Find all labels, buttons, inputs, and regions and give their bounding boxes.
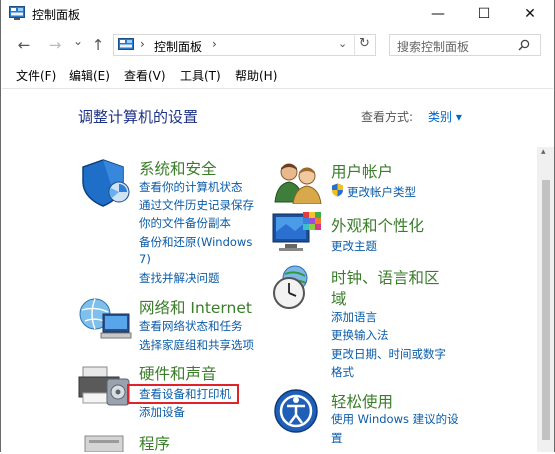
- link-homegroup-sharing[interactable]: 选择家庭组和共享选项: [139, 337, 254, 353]
- menu-help[interactable]: 帮助(H): [235, 67, 277, 84]
- maximize-button[interactable]: ☐: [461, 0, 507, 28]
- link-network-status[interactable]: 查看网络状态和任务: [139, 318, 243, 334]
- maximize-icon: ☐: [477, 6, 491, 22]
- ease-of-access-icon[interactable]: [273, 388, 319, 434]
- monitor-icon[interactable]: [271, 210, 323, 256]
- refresh-icon[interactable]: ↻: [359, 36, 370, 51]
- forward-arrow-icon[interactable]: →: [46, 36, 64, 54]
- highlight-box: [127, 384, 239, 404]
- breadcrumb-separator-icon[interactable]: ›: [140, 37, 145, 51]
- link-change-theme[interactable]: 更改主题: [331, 238, 377, 254]
- menu-view[interactable]: 查看(V): [124, 67, 166, 84]
- address-dropdown-icon[interactable]: ⌄: [338, 37, 347, 50]
- category-appearance-personalization[interactable]: 外观和个性化: [331, 214, 424, 236]
- minimize-icon: —: [431, 6, 445, 22]
- control-panel-window: 控制面板 — ☐ ✕ ← → ⌄ ↑ › 控制面板 › ⌄ ↻ 搜索控制面板 文…: [0, 0, 555, 454]
- category-network-internet[interactable]: 网络和 Internet: [139, 296, 252, 318]
- up-arrow-icon[interactable]: ↑: [89, 36, 107, 54]
- category-programs[interactable]: 程序: [139, 432, 170, 454]
- back-arrow-icon[interactable]: ←: [15, 36, 33, 54]
- shield-icon[interactable]: [79, 158, 131, 208]
- link-add-language[interactable]: 添加语言: [331, 309, 377, 325]
- address-bar[interactable]: › 控制面板 › ⌄ ↻: [113, 34, 376, 56]
- scroll-up-icon[interactable]: ▴: [541, 147, 546, 157]
- search-box[interactable]: 搜索控制面板: [389, 34, 541, 56]
- navigation-bar: ← → ⌄ ↑ › 控制面板 › ⌄ ↻ 搜索控制面板: [1, 30, 554, 60]
- link-backup-restore[interactable]: 备份和还原(Windows: [139, 234, 252, 250]
- link-change-date-time-format-cont[interactable]: 格式: [331, 364, 354, 380]
- view-by-label: 查看方式:: [361, 110, 414, 124]
- category-user-accounts[interactable]: 用户帐户: [331, 160, 393, 182]
- link-file-history-save[interactable]: 通过文件历史记录保存: [139, 197, 254, 213]
- printer-icon[interactable]: [77, 365, 133, 409]
- programs-icon[interactable]: [79, 432, 129, 452]
- search-icon[interactable]: [518, 39, 530, 51]
- window-title: 控制面板: [32, 8, 81, 22]
- control-panel-icon: [118, 38, 134, 50]
- page-title: 调整计算机的设置: [78, 108, 199, 126]
- network-icon[interactable]: [77, 296, 133, 342]
- uac-shield-icon: [332, 183, 343, 197]
- link-change-account-type[interactable]: 更改帐户类型: [347, 184, 416, 200]
- breadcrumb-chevron-icon[interactable]: ›: [212, 37, 217, 51]
- users-icon[interactable]: [273, 160, 323, 204]
- address-divider: [354, 35, 355, 55]
- control-panel-app-icon: [9, 6, 25, 20]
- scrollbar-thumb[interactable]: [542, 180, 550, 440]
- menu-file[interactable]: 文件(F): [16, 67, 56, 84]
- menu-divider: [2, 88, 553, 89]
- breadcrumb-control-panel[interactable]: 控制面板: [154, 38, 202, 55]
- link-file-backup-copy[interactable]: 你的文件备份副本: [139, 215, 231, 231]
- category-clock-language-region-cont[interactable]: 域: [331, 287, 347, 309]
- close-button[interactable]: ✕: [507, 0, 553, 28]
- menu-bar: 文件(F) 编辑(E) 查看(V) 工具(T) 帮助(H): [1, 64, 554, 86]
- recent-locations-chevron-icon[interactable]: ⌄: [69, 34, 87, 48]
- menu-edit[interactable]: 编辑(E): [69, 67, 110, 84]
- link-add-device[interactable]: 添加设备: [139, 404, 185, 420]
- link-troubleshoot[interactable]: 查找并解决问题: [139, 270, 220, 286]
- minimize-button[interactable]: —: [415, 0, 461, 28]
- menu-tools[interactable]: 工具(T): [180, 67, 221, 84]
- view-by-dropdown[interactable]: 类别 ▾: [428, 108, 462, 125]
- clock-icon[interactable]: [269, 264, 323, 310]
- category-system-security[interactable]: 系统和安全: [139, 157, 217, 179]
- title-bar: 控制面板 — ☐ ✕: [1, 0, 554, 28]
- link-backup-restore-cont[interactable]: 7): [139, 252, 151, 266]
- category-clock-language-region[interactable]: 时钟、语言和区: [331, 266, 440, 288]
- link-view-computer-status[interactable]: 查看你的计算机状态: [139, 179, 243, 195]
- category-hardware-sound[interactable]: 硬件和声音: [139, 362, 217, 384]
- search-input[interactable]: 搜索控制面板: [397, 38, 469, 55]
- link-windows-suggested-settings-cont[interactable]: 置: [331, 430, 343, 446]
- link-change-input-method[interactable]: 更换输入法: [331, 327, 389, 343]
- close-icon: ✕: [524, 6, 536, 22]
- category-ease-of-access[interactable]: 轻松使用: [331, 390, 393, 412]
- link-change-date-time-format[interactable]: 更改日期、时间或数字: [331, 346, 446, 362]
- link-windows-suggested-settings[interactable]: 使用 Windows 建议的设: [331, 411, 459, 427]
